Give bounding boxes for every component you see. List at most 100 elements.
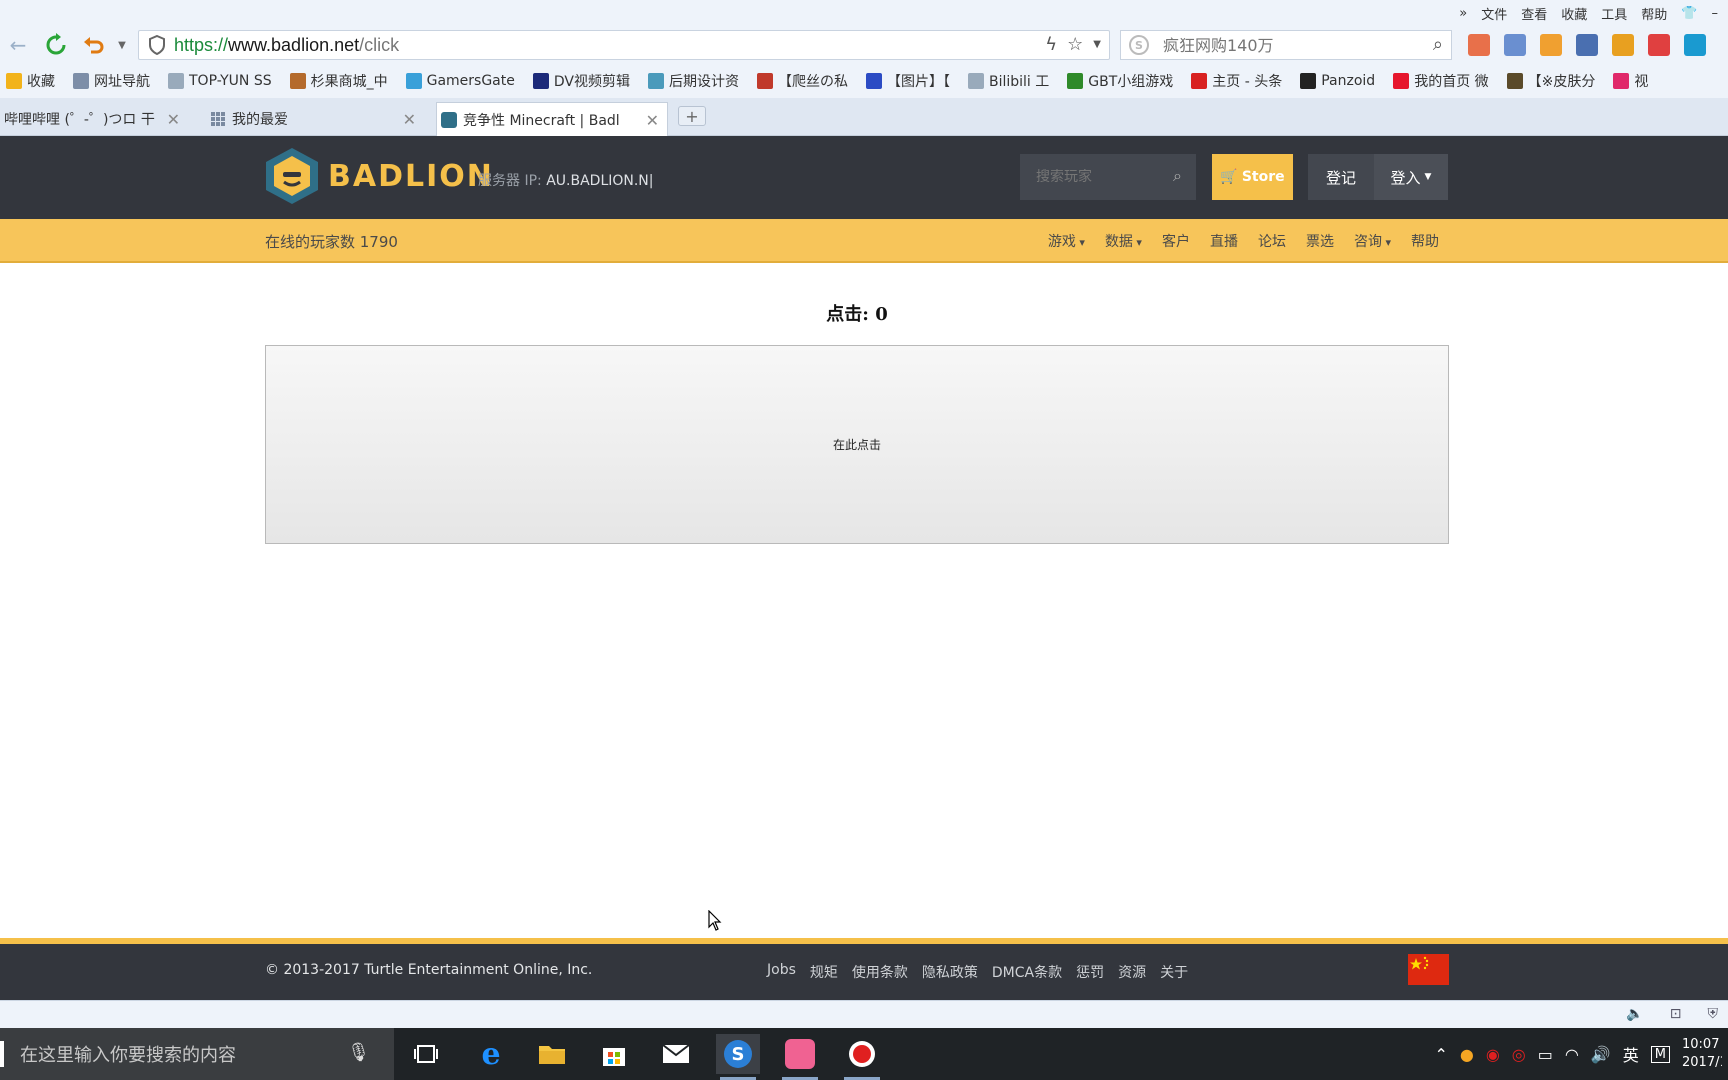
speaker-icon[interactable]: 🔈 xyxy=(1626,1006,1643,1022)
browser-search-input[interactable] xyxy=(1163,35,1413,55)
menu-help[interactable]: 帮助 xyxy=(1641,4,1667,23)
bookmark-item[interactable]: 杉果商城_中 xyxy=(289,71,388,91)
screenshot-icon[interactable] xyxy=(1540,34,1562,56)
subnav-item[interactable]: 帮助 xyxy=(1411,231,1439,251)
bookmark-item[interactable]: 【※皮肤分 xyxy=(1506,71,1595,91)
tray-app-icon[interactable]: ● xyxy=(1460,1045,1474,1064)
login-button[interactable]: 登入 ▼ xyxy=(1374,154,1448,200)
footer-link[interactable]: 隐私政策 xyxy=(922,962,978,982)
footer-link[interactable]: DMCA条款 xyxy=(992,962,1062,982)
wifi-icon[interactable]: ◠ xyxy=(1565,1045,1579,1064)
shirt-icon[interactable]: 👕 xyxy=(1681,6,1697,21)
bookmark-item[interactable]: DV视频剪辑 xyxy=(532,71,630,91)
volume-icon[interactable]: 🔊 xyxy=(1591,1045,1611,1064)
bookmark-item[interactable]: Bilibili 工 xyxy=(967,71,1049,91)
bookmark-item[interactable]: 后期设计资 xyxy=(647,71,739,91)
menu-tools[interactable]: 工具 xyxy=(1601,4,1627,23)
footer-link[interactable]: 规矩 xyxy=(810,962,838,982)
cloud-icon[interactable] xyxy=(1684,34,1706,56)
task-view-icon[interactable] xyxy=(404,1034,448,1074)
bookmark-item[interactable]: 收藏 xyxy=(6,71,55,91)
search-icon[interactable]: ⌕ xyxy=(1173,166,1182,186)
subnav-item[interactable]: 论坛 xyxy=(1258,231,1286,251)
toolbox-icon[interactable]: ⊡ xyxy=(1670,1006,1682,1022)
shield-icon[interactable]: ⛨ xyxy=(1708,1006,1719,1022)
subnav-item[interactable]: 票选 xyxy=(1306,231,1334,251)
subnav-item[interactable]: 直播 xyxy=(1210,231,1238,251)
footer-link[interactable]: 关于 xyxy=(1160,962,1188,982)
lightning-icon[interactable]: ϟ xyxy=(1045,34,1057,55)
china-flag-icon[interactable] xyxy=(1408,954,1449,985)
menu-file[interactable]: 文件 xyxy=(1481,4,1507,23)
bookmark-item[interactable]: 视 xyxy=(1613,71,1648,91)
subnav-item[interactable]: 咨询 ▾ xyxy=(1354,231,1391,251)
footer-link[interactable]: 惩罚 xyxy=(1076,962,1104,982)
clock[interactable]: 10:07 2017/11 xyxy=(1682,1036,1722,1072)
mail-icon[interactable] xyxy=(654,1034,698,1074)
click-here-button[interactable]: 在此点击 xyxy=(265,345,1449,544)
bookmarks-bar: 收藏 网址导航 TOP-YUN SS 杉果商城_中 GamersGate DV视频剪辑 后期… xyxy=(0,64,1728,98)
bookmark-item[interactable]: GBT小组游戏 xyxy=(1067,71,1173,91)
menu-view[interactable]: 查看 xyxy=(1521,4,1547,23)
screen-recorder-icon[interactable] xyxy=(840,1034,884,1080)
tab-badlion[interactable]: 竞争性 Minecraft | Badl ✕ xyxy=(436,102,668,136)
subnav-item[interactable]: 游戏 ▾ xyxy=(1048,231,1085,251)
windows-start-icon[interactable] xyxy=(0,1041,4,1067)
sogou-browser-icon[interactable]: S xyxy=(716,1034,760,1080)
record-icon[interactable]: ◉ xyxy=(1486,1045,1500,1064)
subnav-item[interactable]: 客户 xyxy=(1162,231,1190,251)
close-icon[interactable]: ✕ xyxy=(403,110,416,129)
url-dropdown-icon[interactable]: ▼ xyxy=(1093,34,1101,55)
edge-icon[interactable]: e xyxy=(469,1034,513,1074)
store-button[interactable]: 🛒 Store xyxy=(1212,154,1293,200)
bookmark-item[interactable]: TOP-YUN SS xyxy=(168,73,272,89)
minimize-icon[interactable]: – xyxy=(1712,6,1719,21)
close-icon[interactable]: ✕ xyxy=(167,110,180,129)
ime-indicator[interactable]: 英 xyxy=(1623,1042,1639,1066)
player-search-input[interactable] xyxy=(1036,169,1156,185)
windows-search[interactable]: 在这里输入你要搜索的内容 🎙 xyxy=(0,1028,394,1080)
footer-link[interactable]: 资源 xyxy=(1118,962,1146,982)
close-icon[interactable]: ✕ xyxy=(646,111,659,130)
address-bar[interactable]: https://www.badlion.net/click ϟ ☆ ▼ xyxy=(138,30,1110,60)
media-app-icon[interactable] xyxy=(778,1034,822,1080)
server-ip-value[interactable]: AU.BADLION.N| xyxy=(546,173,653,189)
footer-link[interactable]: 使用条款 xyxy=(852,962,908,982)
battery-icon[interactable]: ▭ xyxy=(1538,1045,1553,1064)
chevron-up-icon[interactable]: ⌃ xyxy=(1434,1045,1447,1064)
undo-dropdown-icon[interactable]: ▼ xyxy=(108,32,136,58)
badlion-logo[interactable]: BADLION xyxy=(264,146,494,206)
back-icon[interactable]: ← xyxy=(4,32,32,58)
calendar-icon[interactable] xyxy=(1468,34,1490,56)
key-icon[interactable] xyxy=(1612,34,1634,56)
bookmark-item[interactable]: 【爬丝の私 xyxy=(756,71,848,91)
tab-bilibili[interactable]: 哔哩哔哩 (゜-゜)つロ 干 ✕ xyxy=(0,102,188,136)
file-explorer-icon[interactable] xyxy=(530,1034,574,1074)
ime-mode-icon[interactable]: M xyxy=(1650,1045,1670,1063)
store-app-icon[interactable] xyxy=(592,1034,636,1074)
bookmark-item[interactable]: 网址导航 xyxy=(73,71,150,91)
scissors-icon[interactable] xyxy=(1576,34,1598,56)
menu-favorites[interactable]: 收藏 xyxy=(1561,4,1587,23)
search-icon[interactable]: ⌕ xyxy=(1433,34,1443,55)
translate-icon[interactable] xyxy=(1648,34,1670,56)
netease-icon[interactable]: ◎ xyxy=(1512,1045,1526,1064)
star-icon[interactable]: ☆ xyxy=(1067,34,1083,55)
bookmark-item[interactable]: 【图片】【 xyxy=(865,71,950,91)
subnav-item[interactable]: 数据 ▾ xyxy=(1105,231,1142,251)
microphone-icon[interactable]: 🎙 xyxy=(347,1042,370,1063)
menu-overflow-icon[interactable]: » xyxy=(1459,6,1467,21)
feather-icon[interactable] xyxy=(1504,34,1526,56)
bookmark-item[interactable]: 我的首页 微 xyxy=(1393,71,1489,91)
register-button[interactable]: 登记 xyxy=(1308,154,1374,200)
undo-icon[interactable] xyxy=(80,32,108,58)
player-search[interactable]: ⌕ xyxy=(1020,154,1196,200)
bookmark-item[interactable]: GamersGate xyxy=(405,73,515,89)
refresh-icon[interactable] xyxy=(42,32,70,58)
bookmark-item[interactable]: 主页 - 头条 xyxy=(1191,71,1282,91)
footer-link[interactable]: Jobs xyxy=(767,962,796,982)
bookmark-item[interactable]: Panzoid xyxy=(1300,73,1375,89)
new-tab-button[interactable]: + xyxy=(678,106,706,126)
browser-search[interactable]: S ⌕ xyxy=(1120,30,1452,60)
tab-favorites[interactable]: 我的最爱 ✕ xyxy=(206,102,424,136)
